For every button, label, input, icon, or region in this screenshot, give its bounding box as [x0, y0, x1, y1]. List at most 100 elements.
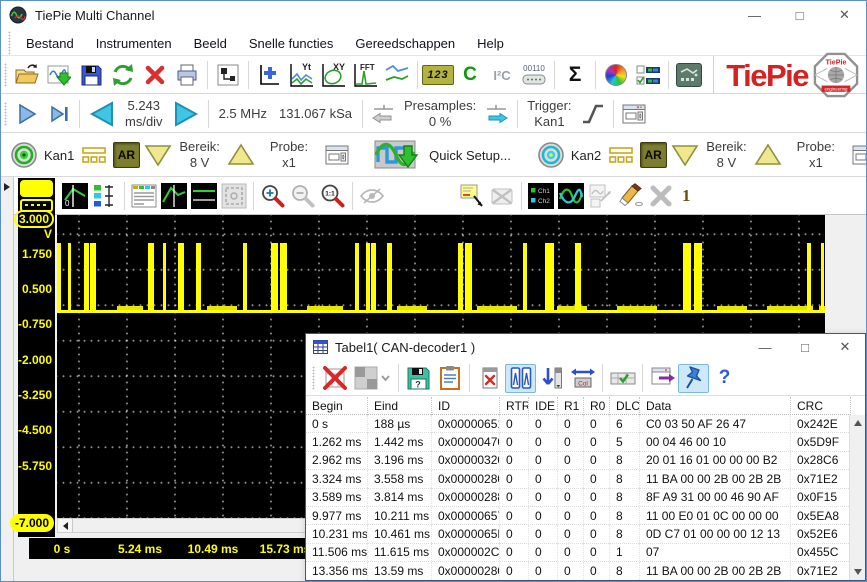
table-row[interactable]: 3.589 ms3.814 ms0x00000288000088F A9 31 …: [306, 489, 849, 507]
menu-snelle-functies[interactable]: Snelle functies: [238, 32, 345, 55]
toolbar-grip[interactable]: [8, 31, 11, 55]
axis-channel-handle[interactable]: [20, 180, 53, 197]
presamples-decrease-button[interactable]: [367, 99, 399, 129]
channel2-range-up-button[interactable]: [752, 140, 784, 170]
zoom-reset-button[interactable]: 1:1: [318, 181, 348, 211]
table-row[interactable]: 1.262 ms1.442 ms0x000004700000500 04 46 …: [306, 433, 849, 451]
column-header-r1[interactable]: R1: [558, 397, 584, 415]
column-header-data[interactable]: Data: [640, 397, 791, 415]
vertical-axis[interactable]: 3.000V1.7500.500-0.750-2.000-3.250-4.500…: [18, 178, 55, 537]
channel2-coupling-button[interactable]: [605, 140, 637, 170]
timebase-slower-button[interactable]: [84, 99, 120, 129]
column-mode-button[interactable]: [505, 364, 536, 393]
channel2-autorange-button[interactable]: AR: [637, 140, 669, 170]
column-header-id[interactable]: ID: [432, 397, 500, 415]
table-maximize-button[interactable]: □: [785, 334, 825, 360]
layout-button-disabled[interactable]: [350, 364, 394, 393]
copy-table-button[interactable]: [434, 364, 465, 393]
options-button[interactable]: [632, 60, 664, 90]
menu-help[interactable]: Help: [466, 32, 515, 55]
appearance-button[interactable]: [600, 60, 632, 90]
maximize-button[interactable]: □: [777, 0, 822, 30]
menu-gereedschappen[interactable]: Gereedschappen: [344, 32, 466, 55]
table-close-button[interactable]: ✕: [825, 334, 865, 360]
toolbar-grip[interactable]: [4, 63, 7, 87]
graph-stream-button[interactable]: [189, 181, 219, 211]
oneshot-button[interactable]: [43, 99, 75, 129]
scroll-left-button[interactable]: [58, 519, 73, 532]
graph-yt-button[interactable]: [159, 181, 189, 211]
sort-button[interactable]: [536, 364, 567, 393]
table-minimize-button[interactable]: —: [745, 334, 785, 360]
toolbar-grip[interactable]: [312, 366, 315, 390]
column-header-ide[interactable]: IDE: [529, 397, 558, 415]
table-row[interactable]: 2.962 ms3.196 ms0x000003200000820 01 16 …: [306, 452, 849, 470]
axis-range-handle[interactable]: -7.000: [10, 514, 54, 532]
trigger-slope-button[interactable]: [577, 99, 609, 129]
close-button[interactable]: ✕: [822, 0, 867, 30]
zoom-in-button[interactable]: [258, 181, 288, 211]
minimize-button[interactable]: —: [732, 0, 777, 30]
open-button[interactable]: [11, 60, 43, 90]
remove-comment-button-disabled[interactable]: [487, 181, 517, 211]
add-graph-button[interactable]: [253, 60, 285, 90]
table-row[interactable]: 11.506 ms11.615 ms0x000002C300001070x455…: [306, 544, 849, 562]
axis-range-handle[interactable]: 3.000: [14, 210, 54, 228]
quick-setup-button[interactable]: [371, 140, 423, 170]
timebase-faster-button[interactable]: [168, 99, 204, 129]
column-header-begin[interactable]: Begin: [306, 397, 368, 415]
table-row[interactable]: 9.977 ms10.211 ms0x000006570000811 00 E0…: [306, 507, 849, 525]
remove-graph-button-disabled[interactable]: [646, 181, 676, 211]
menu-instrumenten[interactable]: Instrumenten: [85, 32, 183, 55]
help-button[interactable]: ?: [709, 364, 740, 393]
channel1-settings-button[interactable]: [321, 140, 353, 170]
object-tree-button[interactable]: [212, 60, 244, 90]
table-row[interactable]: 13.356 ms13.59 ms0x000002800000811 BA 00…: [306, 562, 849, 580]
channel1-autorange-button[interactable]: AR: [110, 140, 142, 170]
save-button[interactable]: [75, 60, 107, 90]
trigger-settings-button[interactable]: [618, 99, 650, 129]
column-header-rtr[interactable]: RTR: [500, 397, 529, 415]
graph-colors-button[interactable]: [556, 181, 586, 211]
table-vertical-scrollbar[interactable]: [849, 415, 865, 580]
yt-graph-button[interactable]: Yt: [285, 60, 317, 90]
channel1-range-up-button[interactable]: [225, 140, 257, 170]
remove-column-button[interactable]: [474, 364, 505, 393]
show-valid-data-button[interactable]: [607, 364, 638, 393]
refresh-button[interactable]: [107, 60, 139, 90]
presamples-increase-button[interactable]: [481, 99, 513, 129]
menu-beeld[interactable]: Beeld: [183, 32, 238, 55]
column-width-button[interactable]: Col: [567, 364, 598, 393]
serial-decoder-button[interactable]: 00110: [518, 60, 550, 90]
graph-levels-button[interactable]: [90, 181, 120, 211]
pin-window-button[interactable]: [678, 364, 709, 393]
can-decoder-button[interactable]: C: [454, 60, 486, 90]
export-window-button[interactable]: [647, 364, 678, 393]
import-button[interactable]: [43, 60, 75, 90]
xy-graph-button[interactable]: XY: [317, 60, 349, 90]
i2c-decoder-button[interactable]: I²C: [486, 60, 518, 90]
delete-button[interactable]: [139, 60, 171, 90]
channel1-coupling-button[interactable]: [78, 140, 110, 170]
table-header-row[interactable]: BeginEindIDRTRIDER1R0DLCDataCRC: [306, 396, 849, 415]
math-button[interactable]: Σ: [559, 60, 591, 90]
table-row[interactable]: 3.324 ms3.558 ms0x000002800000811 BA 00 …: [306, 470, 849, 488]
channel2-enable-button[interactable]: [535, 140, 567, 170]
table-row[interactable]: 0 s188 µs0x0000065100006C0 03 50 AF 26 4…: [306, 415, 849, 433]
meter-button[interactable]: 123: [422, 60, 454, 90]
legend-button[interactable]: Ch1 Ch2: [526, 181, 556, 211]
graph-table-button[interactable]: [129, 181, 159, 211]
save-table-button[interactable]: ?: [403, 364, 434, 393]
delete-table-button[interactable]: [319, 364, 350, 393]
column-header-dlc[interactable]: DLC: [610, 397, 640, 415]
channel2-settings-button[interactable]: [848, 140, 867, 170]
add-comment-button[interactable]: [457, 181, 487, 211]
menu-bestand[interactable]: Bestand: [15, 32, 85, 55]
print-button[interactable]: [171, 60, 203, 90]
column-header-crc[interactable]: CRC: [791, 397, 851, 415]
graph-pan-button-disabled[interactable]: [219, 181, 249, 211]
table-row[interactable]: 10.231 ms10.461 ms0x0000065D000080D C7 0…: [306, 525, 849, 543]
channel1-range-down-button[interactable]: [142, 140, 174, 170]
datalogger-button[interactable]: [673, 60, 705, 90]
fft-graph-button[interactable]: FFT: [349, 60, 381, 90]
